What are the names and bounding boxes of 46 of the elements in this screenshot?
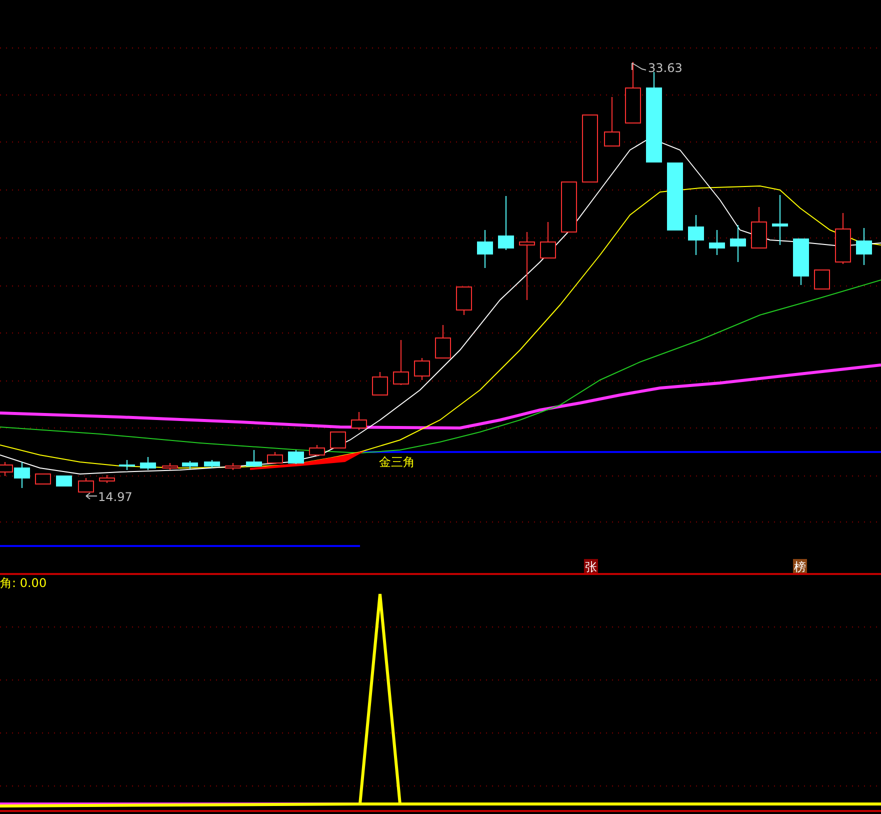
arrow-icon [86,492,98,500]
candlestick [709,230,725,256]
candlestick [856,228,872,266]
candlestick [351,412,367,430]
candlestick [435,324,451,358]
candlestick [372,372,388,396]
candlestick [309,444,325,456]
candlestick [814,270,830,290]
candlestick [498,196,514,250]
candlestick [288,450,304,464]
candlestick [519,232,535,300]
high-price-label: 33.63 [648,61,682,75]
candlestick [751,206,767,248]
candlestick [414,358,430,380]
candlestick [182,460,198,470]
candlestick [456,286,472,316]
candlestick [772,194,788,246]
arrow-icon [632,62,646,70]
candlestick [162,462,178,470]
candlestick [246,450,262,468]
candlestick [78,478,94,492]
marker-text: 张 [585,560,597,574]
candlestick [730,224,746,262]
candlestick [688,214,704,256]
candlestick [604,96,620,146]
candlestick [393,340,409,386]
candlestick [35,474,51,484]
candlestick [561,182,577,232]
indicator-label: 角: 0.00 [0,576,47,590]
candlestick [99,474,115,484]
candlestick [582,114,598,182]
candlestick [204,460,220,468]
candlestick [140,456,156,470]
low-price-label: 14.97 [98,490,132,504]
marker-text: 榜 [794,560,806,574]
candlestick [540,222,556,258]
candlestick [625,62,641,124]
candlestick [330,432,346,448]
candlestick [477,230,493,268]
signal-label: 金三角 [379,455,415,469]
candlestick [793,238,809,286]
candlestick [119,460,135,470]
candlestick [667,162,683,230]
candlestick [835,212,851,264]
candlestick [56,476,72,486]
candlestick [267,452,283,464]
